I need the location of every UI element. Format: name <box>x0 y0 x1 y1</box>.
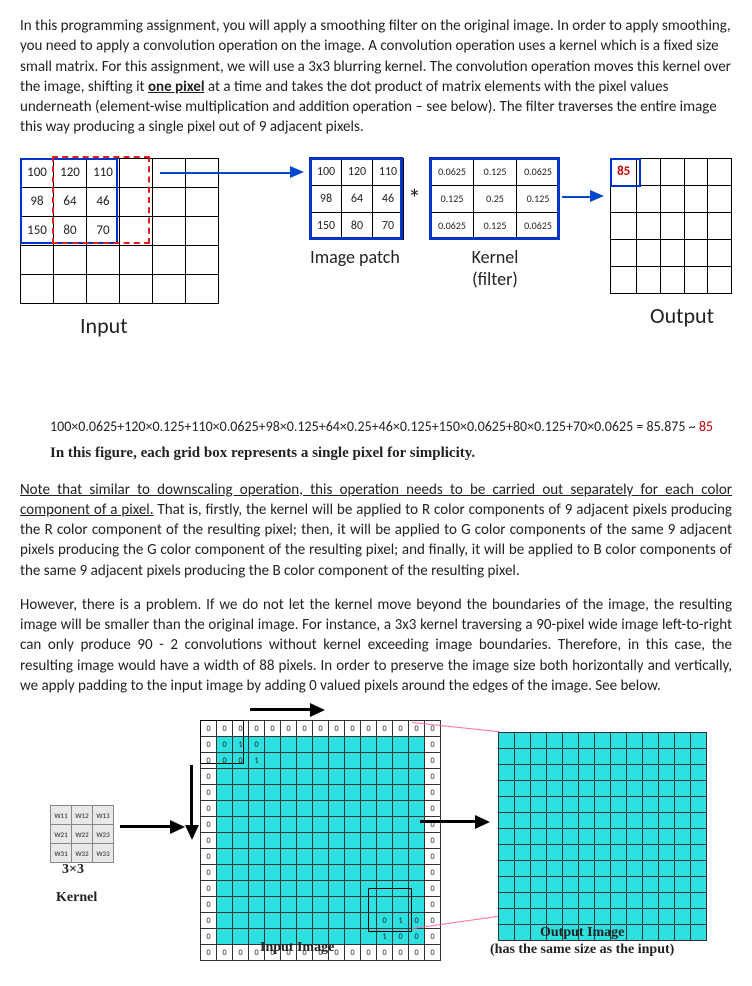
output-label: Output <box>650 302 714 329</box>
output-image-label: Output Image <box>540 925 624 941</box>
arrow-to-output-head <box>590 190 604 202</box>
small-kernel-grid: W11W12W13 W21W22W23 W31W32W33 <box>50 805 114 863</box>
input-kernel-shift-overlay <box>52 156 150 244</box>
kernel-pos-tl <box>200 720 244 764</box>
arrow-to-patch-line <box>160 172 290 174</box>
note-paragraph: Note that similar to downscaling operati… <box>20 480 732 581</box>
output-image-grid <box>498 732 707 941</box>
kernel-label: Kernel (filter) <box>450 246 540 290</box>
equation-text: 100×0.0625+120×0.125+110×0.0625+98×0.125… <box>50 418 732 435</box>
patch-outline <box>309 157 403 240</box>
patch-label: Image patch <box>310 246 400 268</box>
figure1-caption: In this figure, each grid box represents… <box>50 445 732 462</box>
output-image-sublabel: (has the same size as the input) <box>490 942 674 958</box>
conv-operator: * <box>408 182 421 214</box>
arrow-to-patch-head <box>290 166 304 178</box>
input-label: Input <box>80 312 128 339</box>
intro-paragraph: In this programming assignment, you will… <box>20 16 732 138</box>
output-pixel-outline <box>610 158 641 187</box>
convolution-figure: 100120110 986446 1508070 Input 100120110… <box>20 152 732 412</box>
arrow-to-output-line <box>562 196 590 198</box>
padding-figure: W11W12W13 W21W22W23 W31W32W33 3×3 Kernel… <box>20 710 732 970</box>
kernel-pos-br <box>368 888 412 932</box>
kernel-word-label: Kernel <box>56 890 97 906</box>
kernel-outline <box>429 157 560 240</box>
input-image-label: Input Image <box>260 940 334 956</box>
padding-paragraph: However, there is a problem. If we do no… <box>20 595 732 696</box>
one-pixel-emph: one pixel <box>148 78 205 96</box>
kernel-size-label: 3×3 <box>62 862 84 878</box>
